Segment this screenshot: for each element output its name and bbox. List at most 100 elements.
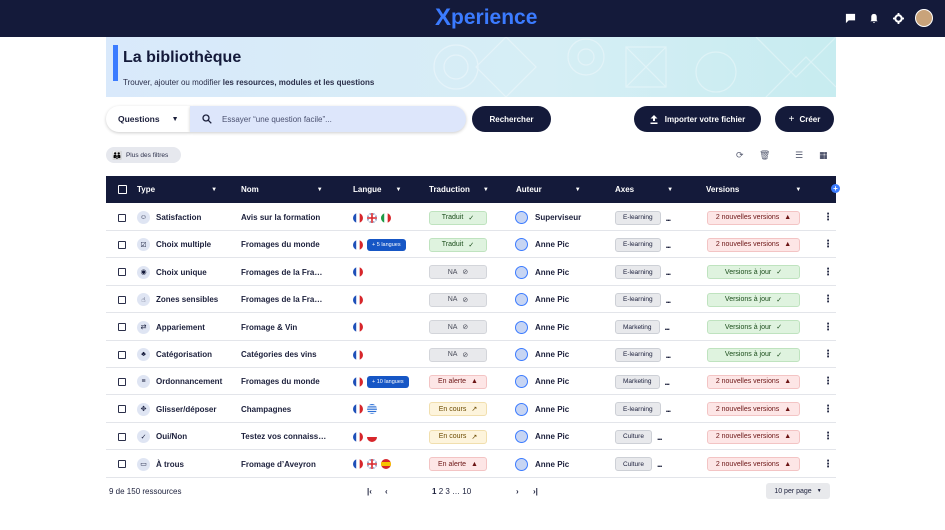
- column-versions[interactable]: Versions ▼: [706, 176, 801, 203]
- table-row[interactable]: ◉ Choix unique Fromages de la Fra… NA ⊘ Anne …: [106, 259, 836, 286]
- table-row[interactable]: ☑ Choix multiple Fromages du monde + 5 lang…: [106, 231, 836, 259]
- row-checkbox[interactable]: [118, 377, 126, 386]
- import-file-button[interactable]: Importer votre fichier: [634, 106, 761, 132]
- kebab-menu-icon[interactable]: ⋮: [823, 294, 833, 305]
- name-cell: Catégories des vins: [241, 341, 317, 368]
- row-checkbox-cell: [118, 286, 126, 313]
- more-axes-icon[interactable]: ...: [657, 432, 662, 442]
- question-name[interactable]: Champagnes: [241, 405, 291, 414]
- row-checkbox[interactable]: [118, 350, 126, 359]
- question-name[interactable]: Fromages de la Fra…: [241, 295, 322, 304]
- kebab-menu-icon[interactable]: ⋮: [823, 322, 833, 333]
- versions-status-badge[interactable]: Versions à jour ✓: [707, 347, 800, 362]
- more-axes-icon[interactable]: ...: [666, 295, 671, 305]
- trash-icon[interactable]: 🗑: [759, 150, 770, 161]
- column-langue[interactable]: Langue ▼: [353, 176, 401, 203]
- question-name[interactable]: Catégories des vins: [241, 350, 317, 359]
- row-checkbox[interactable]: [118, 295, 126, 304]
- question-name[interactable]: Fromages du monde: [241, 377, 320, 386]
- column-nom[interactable]: Nom ▼: [241, 176, 323, 203]
- translation-status-label: En alerte: [438, 378, 467, 386]
- table-row[interactable]: ✥ Glisser/déposer Champagnes En cours ↗ Anne …: [106, 396, 836, 423]
- column-type[interactable]: Type ▼: [137, 176, 217, 203]
- question-name[interactable]: Fromage d’Aveyron: [241, 460, 316, 469]
- row-checkbox[interactable]: [118, 405, 126, 414]
- versions-status-badge[interactable]: 2 nouvelles versions ▲: [707, 210, 800, 225]
- search-input[interactable]: Essayer “une question facile”...: [190, 106, 466, 132]
- versions-status-badge[interactable]: Versions à jour ✓: [707, 292, 800, 307]
- question-name[interactable]: Avis sur la formation: [241, 213, 320, 222]
- search-button[interactable]: Rechercher: [472, 106, 551, 132]
- axes-cell: Marketing...: [615, 314, 670, 341]
- more-axes-icon[interactable]: ...: [665, 377, 670, 387]
- question-name[interactable]: Fromages de la Fra…: [241, 268, 322, 277]
- more-languages-button[interactable]: + 10 langues: [367, 375, 409, 388]
- kebab-menu-icon[interactable]: ⋮: [823, 431, 833, 442]
- more-axes-icon[interactable]: ...: [666, 267, 671, 277]
- list-view-icon[interactable]: ☰: [795, 150, 803, 161]
- next-page-icon[interactable]: ›: [516, 487, 519, 496]
- versions-cell: Versions à jour ✓: [707, 286, 800, 313]
- first-page-icon[interactable]: |‹: [367, 487, 372, 496]
- question-name[interactable]: Testez vos connaiss…: [241, 432, 326, 441]
- create-button[interactable]: + Créer: [775, 106, 834, 132]
- app-logo[interactable]: Xperience: [435, 5, 537, 31]
- chat-icon[interactable]: [843, 11, 857, 25]
- more-axes-icon[interactable]: ...: [666, 404, 671, 414]
- versions-status-badge[interactable]: Versions à jour ✓: [707, 265, 800, 280]
- last-page-icon[interactable]: ›|: [533, 487, 538, 496]
- more-axes-icon[interactable]: ...: [657, 459, 662, 469]
- versions-status-badge[interactable]: 2 nouvelles versions ▲: [707, 429, 800, 444]
- more-filters-button[interactable]: 👪 Plus des filtres: [106, 147, 181, 163]
- more-axes-icon[interactable]: ...: [666, 213, 671, 223]
- table-row[interactable]: ☝ Zones sensibles Fromages de la Fra… NA ⊘ An…: [106, 286, 836, 314]
- table-row[interactable]: ≡ Ordonnancement Fromages du monde + 10 lan…: [106, 368, 836, 396]
- column-traduction[interactable]: Traduction ▼: [429, 176, 489, 203]
- kebab-menu-icon[interactable]: ⋮: [823, 267, 833, 278]
- row-checkbox[interactable]: [118, 323, 126, 332]
- current-page[interactable]: 1: [432, 487, 436, 496]
- refresh-icon[interactable]: ⟳: [736, 150, 744, 161]
- row-checkbox[interactable]: [118, 460, 126, 469]
- question-name[interactable]: Fromage & Vin: [241, 323, 297, 332]
- kebab-menu-icon[interactable]: ⋮: [823, 212, 833, 223]
- grid-view-icon[interactable]: ▦: [819, 150, 828, 161]
- user-avatar[interactable]: [915, 9, 933, 27]
- row-checkbox[interactable]: [118, 240, 126, 249]
- more-axes-icon[interactable]: ...: [666, 350, 671, 360]
- content-type-select[interactable]: Questions ▼: [106, 106, 190, 132]
- versions-status-badge[interactable]: 2 nouvelles versions ▲: [707, 237, 800, 252]
- language-cell: + 10 langues: [353, 368, 409, 395]
- other-pages[interactable]: 2 3 … 10: [439, 487, 471, 496]
- table-row[interactable]: ✓ Oui/Non Testez vos connaiss… En cours ↗ Ann…: [106, 423, 836, 451]
- table-row[interactable]: ♣ Catégorisation Catégories des vins NA ⊘ Ann…: [106, 341, 836, 368]
- add-column-icon[interactable]: +: [831, 184, 840, 193]
- kebab-menu-icon[interactable]: ⋮: [823, 349, 833, 360]
- kebab-menu-icon[interactable]: ⋮: [823, 459, 833, 470]
- kebab-menu-icon[interactable]: ⋮: [823, 239, 833, 250]
- kebab-menu-icon[interactable]: ⋮: [823, 376, 833, 387]
- bell-icon[interactable]: [867, 11, 881, 25]
- versions-status-badge[interactable]: Versions à jour ✓: [707, 320, 800, 335]
- column-auteur[interactable]: Auteur ▼: [516, 176, 581, 203]
- more-languages-button[interactable]: + 5 langues: [367, 238, 406, 251]
- gear-icon[interactable]: [891, 11, 905, 25]
- versions-status-badge[interactable]: 2 nouvelles versions ▲: [707, 457, 800, 472]
- per-page-select[interactable]: 10 per page ▼: [766, 483, 830, 499]
- versions-status-badge[interactable]: 2 nouvelles versions ▲: [707, 374, 800, 389]
- question-name[interactable]: Fromages du monde: [241, 240, 320, 249]
- table-row[interactable]: ▭ À trous Fromage d’Aveyron En alerte ▲ Anne …: [106, 451, 836, 478]
- column-axes[interactable]: Axes ▼: [615, 176, 673, 203]
- row-checkbox[interactable]: [118, 268, 126, 277]
- more-axes-icon[interactable]: ...: [666, 240, 671, 250]
- prev-page-icon[interactable]: ‹: [385, 487, 388, 496]
- select-all-checkbox[interactable]: [118, 185, 127, 194]
- versions-status-badge[interactable]: 2 nouvelles versions ▲: [707, 402, 800, 417]
- kebab-menu-icon[interactable]: ⋮: [823, 404, 833, 415]
- more-axes-icon[interactable]: ...: [665, 322, 670, 332]
- type-cell: ☺ Satisfaction: [137, 204, 201, 231]
- row-checkbox[interactable]: [118, 213, 126, 222]
- table-row[interactable]: ☺ Satisfaction Avis sur la formation Tradui…: [106, 204, 836, 231]
- table-row[interactable]: ⇄ Appariement Fromage & Vin NA ⊘ Anne Pic Mark…: [106, 314, 836, 341]
- row-checkbox[interactable]: [118, 432, 126, 441]
